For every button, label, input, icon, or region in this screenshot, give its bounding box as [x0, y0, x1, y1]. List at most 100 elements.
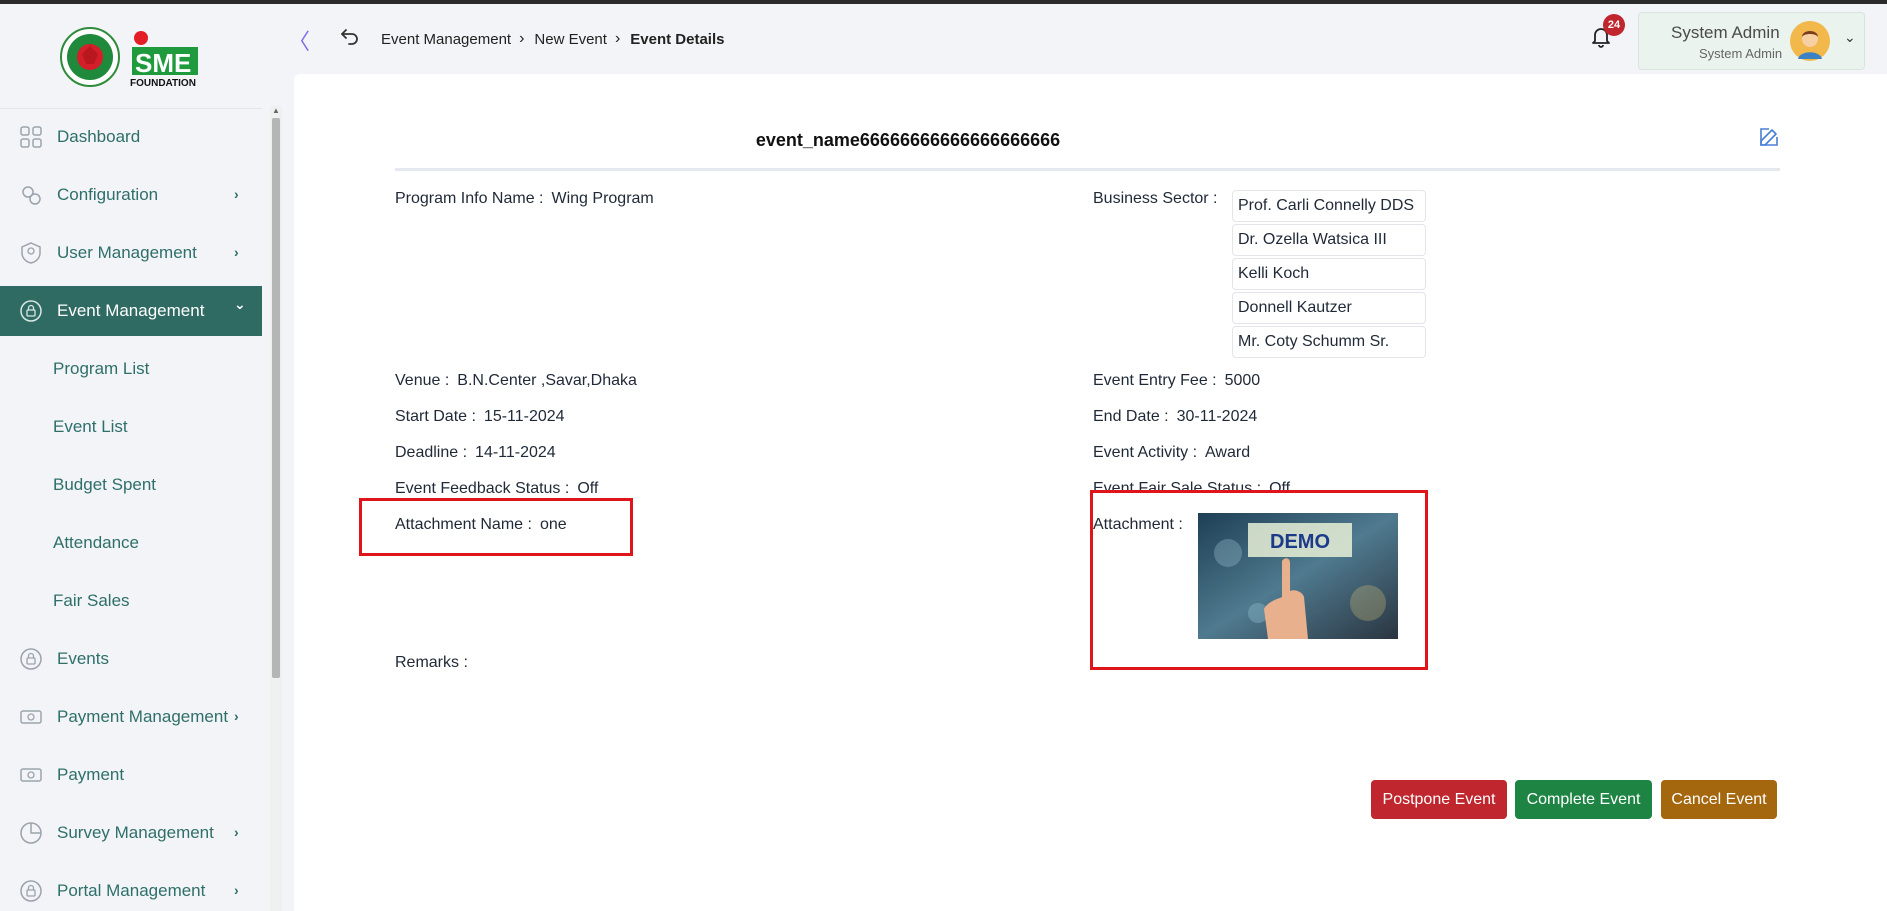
remarks-field: Remarks : — [395, 654, 468, 672]
business-sector-item: Kelli Koch — [1232, 258, 1426, 290]
sidebar-item-dashboard[interactable]: Dashboard — [0, 112, 262, 162]
feedback-status-field: Event Feedback Status : Off — [395, 480, 598, 498]
start-date-label: Start Date : — [395, 408, 476, 425]
sidebar-divider — [0, 108, 262, 109]
logo-subtext: FOUNDATION — [130, 78, 196, 89]
sidebar-item-portal-management[interactable]: Portal Management › — [0, 866, 262, 911]
business-sector-item: Donnell Kautzer — [1232, 292, 1426, 324]
sidebar-subitem-label: Budget Spent — [53, 475, 157, 494]
business-sector-item: Prof. Carli Connelly DDS — [1232, 190, 1426, 222]
entry-fee-field: Event Entry Fee : 5000 — [1093, 372, 1260, 390]
sidebar-item-label: Events — [57, 649, 109, 668]
event-activity-value: Award — [1205, 444, 1251, 461]
start-date-field: Start Date : 15-11-2024 — [395, 408, 565, 426]
sidebar-subitem-attendance[interactable]: Attendance — [0, 518, 262, 568]
chevron-right-icon: › — [234, 824, 239, 840]
event-activity-field: Event Activity : Award — [1093, 444, 1250, 462]
end-date-value: 30-11-2024 — [1176, 408, 1258, 425]
breadcrumb-item-new-event[interactable]: New Event — [534, 31, 607, 48]
sidebar-item-payment[interactable]: Payment — [0, 750, 262, 800]
chevron-down-icon[interactable]: ⌄ — [1844, 29, 1856, 46]
sme-foundation-logo[interactable]: SME FOUNDATION — [60, 24, 220, 90]
back-arrow-icon[interactable] — [340, 26, 360, 46]
notification-count-badge: 24 — [1603, 14, 1625, 36]
cancel-event-button[interactable]: Cancel Event — [1661, 780, 1777, 819]
sidebar-subitem-fair-sales[interactable]: Fair Sales — [0, 576, 262, 626]
lock-circle-icon — [20, 648, 42, 670]
business-sector-label: Business Sector : — [1093, 190, 1218, 207]
sidebar-item-label: Payment — [57, 765, 125, 784]
scroll-up-arrow-icon[interactable]: ▲ — [272, 106, 280, 115]
entry-fee-value: 5000 — [1224, 372, 1261, 389]
sidebar-subitem-label: Fair Sales — [53, 591, 130, 610]
end-date-label: End Date : — [1093, 408, 1169, 425]
sidebar-item-events[interactable]: Events — [0, 634, 262, 684]
end-date-field: End Date : 30-11-2024 — [1093, 408, 1257, 426]
highlight-attachment-image — [1090, 490, 1428, 670]
breadcrumb-item-event-management[interactable]: Event Management — [381, 31, 511, 48]
avatar — [1790, 21, 1830, 61]
sidebar-item-label: Configuration — [57, 185, 159, 204]
edit-icon[interactable] — [1758, 126, 1780, 148]
user-menu[interactable]: System Admin System Admin ⌄ — [1638, 12, 1865, 70]
sidebar-item-label: Portal Management — [57, 881, 206, 900]
lock-circle-icon — [20, 300, 42, 322]
sidebar-item-user-management[interactable]: User Management › — [0, 228, 262, 278]
remarks-label: Remarks : — [395, 654, 468, 671]
sidebar-item-event-management[interactable]: Event Management ⌄ — [0, 286, 262, 336]
cash-icon — [20, 768, 42, 782]
sidebar-item-label: Event Management — [57, 301, 205, 320]
chevron-right-icon: › — [234, 186, 239, 202]
chevron-right-icon: › — [234, 882, 239, 898]
sidebar-item-survey-management[interactable]: Survey Management › — [0, 808, 262, 858]
deadline-value: 14-11-2024 — [475, 444, 556, 461]
page-title: event_name66666666666666666666 — [755, 130, 1061, 150]
cash-icon — [20, 710, 42, 724]
sidebar-subitem-label: Program List — [53, 359, 150, 378]
program-info-label: Program Info Name : — [395, 190, 544, 207]
breadcrumb: Event Management › New Event › Event Det… — [381, 30, 725, 48]
sidebar-subitem-event-list[interactable]: Event List — [0, 402, 262, 452]
chevron-right-icon: › — [234, 244, 239, 260]
sidebar-subitem-label: Event List — [53, 417, 128, 436]
business-sector-item: Mr. Coty Schumm Sr. — [1232, 326, 1426, 358]
business-sector-item: Dr. Ozella Watsica III — [1232, 224, 1426, 256]
business-sector-field: Business Sector : — [1093, 190, 1218, 208]
sidebar-scroll-thumb[interactable] — [272, 118, 280, 678]
breadcrumb-item-event-details: Event Details — [630, 30, 725, 48]
user-role: System Admin — [1699, 46, 1783, 61]
gears-icon — [22, 186, 41, 205]
feedback-status-value: Off — [577, 480, 599, 497]
program-info-field: Program Info Name : Wing Program — [395, 190, 654, 208]
sidebar-item-label: Payment Management — [57, 707, 229, 726]
breadcrumb-chevron-icon: › — [519, 30, 525, 47]
deadline-label: Deadline : — [395, 444, 468, 461]
venue-value: B.N.Center ,Savar,Dhaka — [457, 372, 637, 389]
event-activity-label: Event Activity : — [1093, 444, 1198, 461]
lock-circle-icon — [20, 880, 42, 902]
venue-field: Venue : B.N.Center ,Savar,Dhaka — [395, 372, 637, 390]
chevron-right-icon: › — [234, 708, 239, 724]
window-top-border — [0, 0, 1887, 4]
title-divider — [395, 168, 1780, 171]
postpone-event-button[interactable]: Postpone Event — [1371, 780, 1507, 819]
sidebar-item-label: User Management — [57, 243, 197, 262]
feedback-status-label: Event Feedback Status : — [395, 480, 570, 497]
grid-icon — [20, 126, 42, 148]
sidebar-item-configuration[interactable]: Configuration › — [0, 170, 262, 220]
user-shield-icon — [21, 242, 41, 264]
complete-event-button[interactable]: Complete Event — [1515, 780, 1652, 819]
sidebar-subitem-program-list[interactable]: Program List — [0, 344, 262, 394]
sidebar-item-payment-management[interactable]: Payment Management › — [0, 692, 262, 742]
user-name: System Admin — [1671, 23, 1780, 42]
pie-icon — [20, 822, 42, 844]
breadcrumb-chevron-icon: › — [614, 30, 621, 47]
start-date-value: 15-11-2024 — [483, 408, 565, 425]
sidebar-item-label: Survey Management — [57, 823, 214, 842]
sidebar-subitem-budget-spent[interactable]: Budget Spent — [0, 460, 262, 510]
entry-fee-label: Event Entry Fee : — [1093, 372, 1217, 389]
chevron-down-icon: ⌄ — [234, 296, 246, 312]
deadline-field: Deadline : 14-11-2024 — [395, 444, 556, 462]
sidebar-subitem-label: Attendance — [53, 533, 140, 552]
sidebar-collapse-button[interactable]: 〈 — [288, 24, 310, 56]
